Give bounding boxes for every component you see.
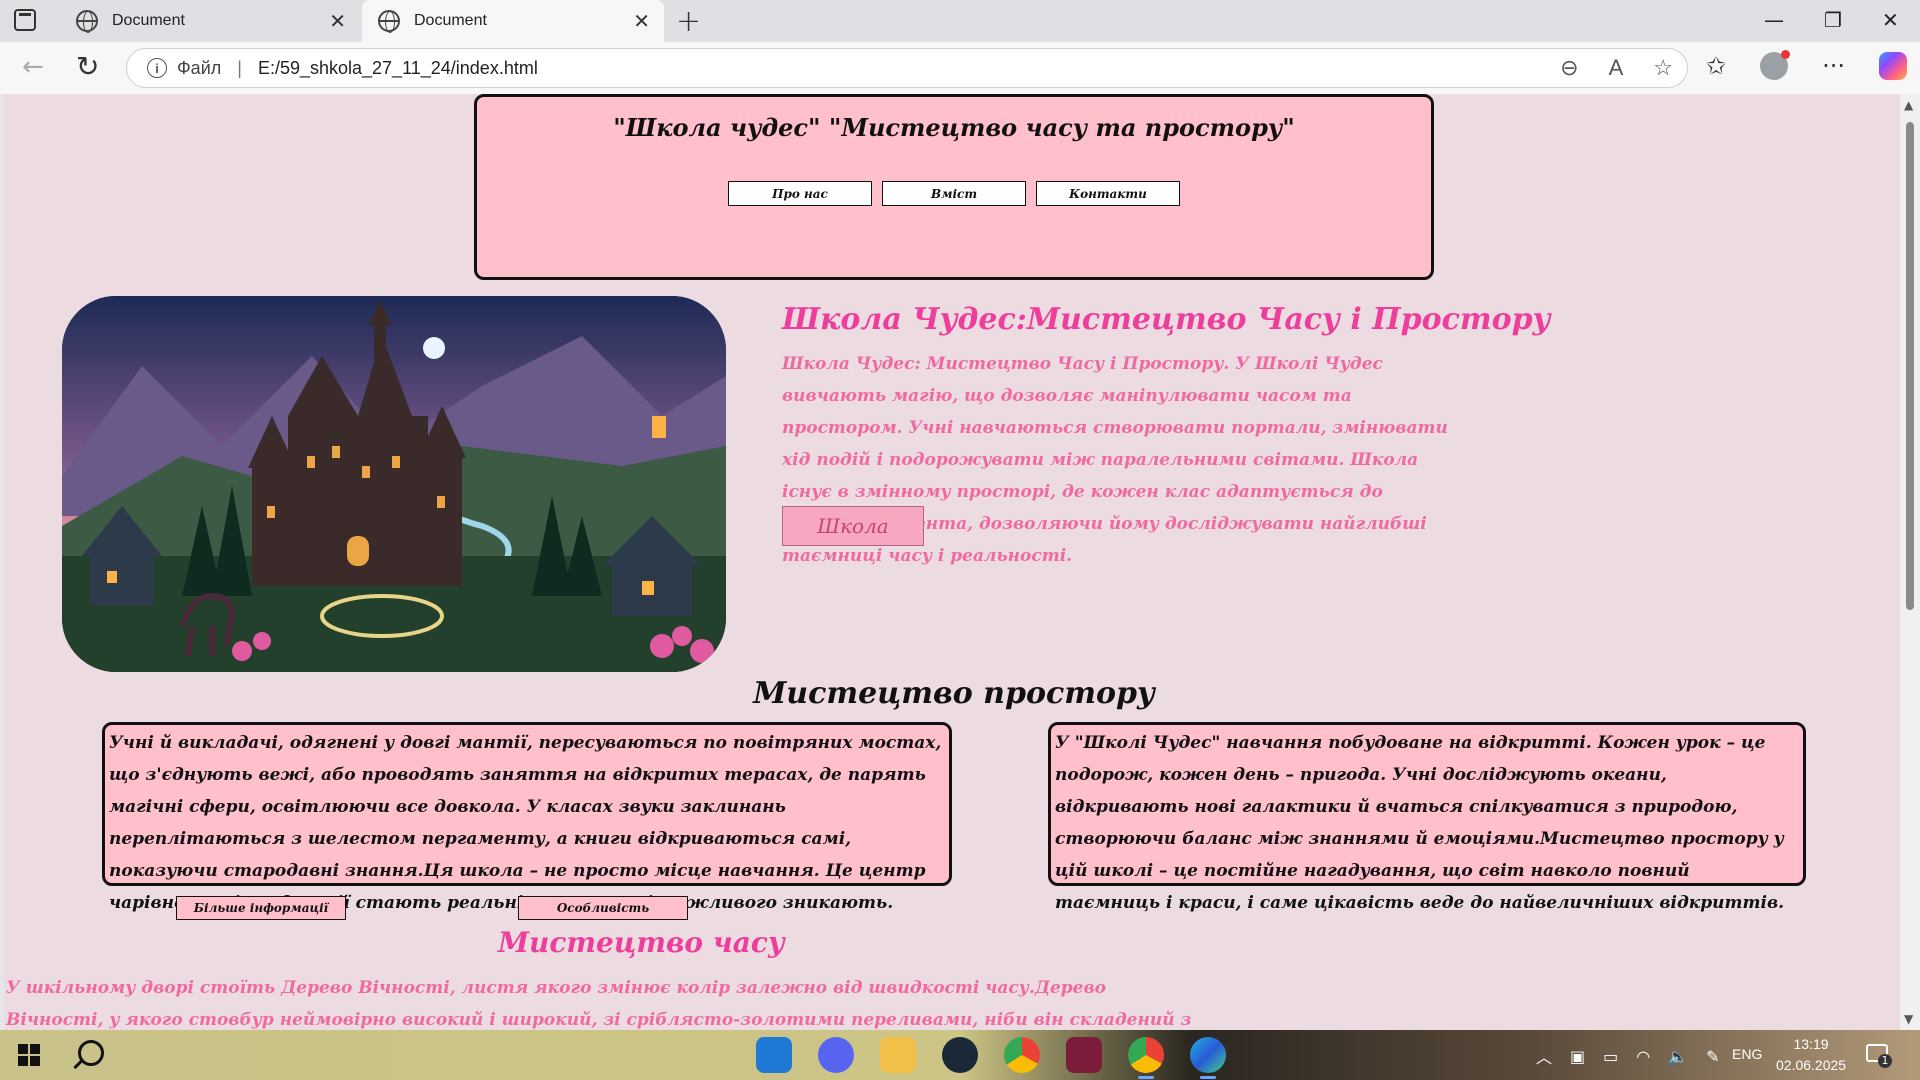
nav-content-button[interactable]: Вміст: [882, 181, 1026, 206]
notification-count: 1: [1878, 1054, 1892, 1068]
tab-title: Document: [112, 12, 185, 29]
file-explorer-icon[interactable]: [880, 1037, 916, 1073]
app-icon[interactable]: [1066, 1037, 1102, 1073]
chrome-profile-icon[interactable]: [1128, 1037, 1164, 1079]
features-button[interactable]: Особливість: [518, 896, 688, 920]
pen-icon[interactable]: ✎: [1706, 1047, 1719, 1066]
close-icon[interactable]: ✕: [633, 9, 650, 34]
site-header: "Школа чудес" "Мистецтво часу та простор…: [474, 94, 1434, 280]
hero-heading: Школа Чудес:Мистецтво Часу і Простору: [782, 302, 1551, 337]
start-icon[interactable]: [18, 1044, 40, 1066]
scroll-up-icon[interactable]: ▲: [1904, 98, 1913, 112]
tab-actions-icon[interactable]: [14, 9, 36, 31]
space-card-1: Учні й викладачі, одягнені у довгі манті…: [102, 722, 952, 913]
search-icon[interactable]: [78, 1040, 104, 1066]
copilot-icon[interactable]: [1879, 52, 1907, 80]
page-viewport: "Школа чудес" "Мистецтво часу та простор…: [0, 94, 1920, 1030]
window-close-icon[interactable]: ✕: [1882, 8, 1899, 32]
space-card-2: У "Школі Чудес" навчання побудоване на в…: [1048, 722, 1806, 913]
favorite-star-icon[interactable]: ☆: [1653, 55, 1673, 81]
profile-avatar[interactable]: [1760, 50, 1791, 80]
read-aloud-icon[interactable]: A: [1609, 55, 1624, 81]
page-scrollbar[interactable]: ▲ ▼: [1900, 94, 1920, 1030]
language-indicator[interactable]: ENG: [1732, 1046, 1762, 1062]
clock-time: 13:19: [1793, 1036, 1829, 1052]
volume-icon[interactable]: 🔈: [1668, 1047, 1688, 1066]
tab-title: Document: [414, 12, 487, 29]
meet-icon[interactable]: ▣: [1570, 1047, 1585, 1066]
space-heading: Мистецтво простору: [753, 676, 1155, 711]
system-tray: ︿ ▣ ▭ ◠ 🔈 ✎: [1536, 1044, 1720, 1068]
zoom-out-icon[interactable]: ⊖: [1560, 55, 1578, 81]
site-title: "Школа чудес" "Мистецтво часу та простор…: [613, 113, 1295, 142]
time-heading: Мистецтво часу: [498, 926, 785, 959]
close-icon[interactable]: ✕: [329, 9, 346, 34]
castle-image: [62, 296, 726, 672]
time-text: У шкільному дворі стоїть Дерево Вічності…: [6, 978, 1192, 1030]
wifi-icon[interactable]: ◠: [1636, 1047, 1650, 1066]
tab-2-active[interactable]: Document ✕: [362, 0, 664, 42]
vscode-icon[interactable]: [756, 1037, 792, 1073]
more-menu-icon[interactable]: ···: [1822, 52, 1845, 80]
windows-taskbar: ︿ ▣ ▭ ◠ 🔈 ✎ ENG 13:19 02.06.2025 1: [0, 1030, 1920, 1080]
edge-icon[interactable]: [1190, 1037, 1226, 1079]
nav-about-button[interactable]: Про нас: [728, 181, 872, 206]
header-nav: Про нас Вміст Контакти: [477, 181, 1431, 206]
discord-icon[interactable]: [818, 1037, 854, 1073]
address-bar-row: ← ↻ i Файл | E:/59_shkola_27_11_24/index…: [0, 42, 1920, 94]
tab-1[interactable]: Document ✕: [60, 0, 360, 42]
globe-icon: [378, 10, 400, 33]
scroll-down-icon[interactable]: ▼: [1904, 1012, 1913, 1026]
divider: |: [237, 57, 242, 78]
favorites-icon[interactable]: ✩: [1706, 52, 1726, 80]
chevron-up-icon[interactable]: ︿: [1536, 1044, 1552, 1068]
scroll-thumb[interactable]: [1906, 122, 1914, 610]
new-tab-button[interactable]: +: [676, 4, 701, 39]
more-info-button[interactable]: Більше інформації: [176, 896, 346, 920]
nav-contacts-button[interactable]: Контакти: [1036, 181, 1180, 206]
info-icon[interactable]: i: [147, 58, 167, 78]
clock[interactable]: 13:19 02.06.2025: [1776, 1034, 1846, 1076]
clock-date: 02.06.2025: [1776, 1057, 1847, 1073]
chrome-icon[interactable]: [1004, 1037, 1040, 1073]
url-text: E:/59_shkola_27_11_24/index.html: [257, 57, 538, 78]
steam-icon[interactable]: [942, 1037, 978, 1073]
reload-icon[interactable]: ↻: [76, 50, 99, 83]
scheme-label: Файл: [177, 57, 222, 78]
address-input[interactable]: i Файл | E:/59_shkola_27_11_24/index.htm…: [126, 48, 1688, 88]
restore-icon[interactable]: ❐: [1824, 8, 1842, 32]
tab-bar: Document ✕ Document ✕ + — ❐ ✕: [0, 0, 1920, 42]
minimize-icon[interactable]: —: [1764, 8, 1784, 32]
school-button[interactable]: Школа: [782, 506, 924, 546]
globe-icon: [76, 10, 98, 33]
battery-icon[interactable]: ▭: [1603, 1047, 1618, 1066]
back-icon[interactable]: ←: [22, 52, 44, 82]
